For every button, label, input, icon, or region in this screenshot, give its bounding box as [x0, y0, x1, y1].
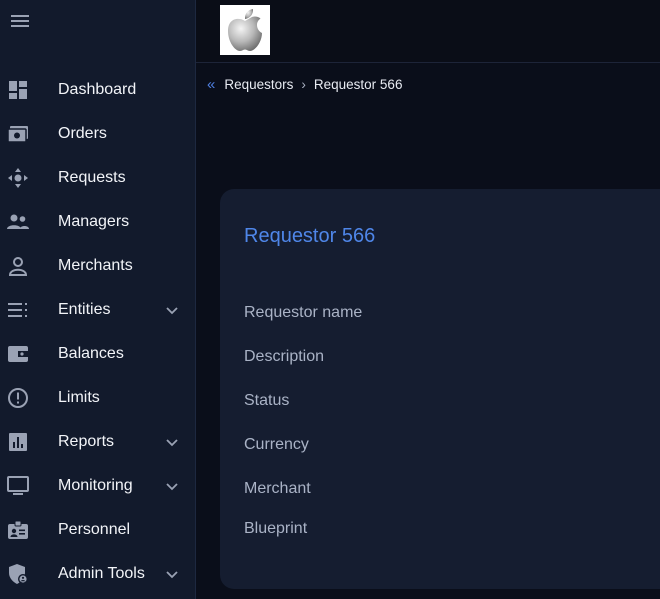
sidebar-item-label: Reports [58, 433, 115, 450]
monitor-icon [7, 475, 29, 497]
sidebar-item-entities[interactable]: Entities [0, 290, 195, 330]
field-label-description: Description [244, 348, 325, 365]
entities-icon [7, 299, 29, 321]
field-label-requestor-name: Requestor name [244, 304, 363, 321]
requests-icon [7, 167, 29, 189]
sidebar-item-label: Balances [58, 345, 124, 362]
sidebar-item-reports[interactable]: Reports [0, 422, 195, 462]
sidebar-item-dashboard[interactable]: Dashboard [0, 70, 195, 110]
menu-toggle-icon[interactable] [11, 14, 29, 28]
personnel-icon [7, 519, 29, 541]
sidebar-item-label: Entities [58, 301, 111, 318]
field-label-currency: Currency [244, 436, 309, 453]
double-chevron-left-icon[interactable]: « [207, 76, 215, 93]
merchant-icon [7, 255, 29, 277]
chevron-down-icon[interactable] [164, 302, 180, 318]
sidebar-item-label: Limits [58, 389, 100, 406]
sidebar-item-label: Managers [58, 213, 130, 230]
breadcrumb: « Requestors › Requestor 566 [207, 76, 403, 93]
sidebar-item-admin-tools[interactable]: Admin Tools [0, 554, 195, 594]
managers-icon [7, 211, 29, 233]
limits-icon [7, 387, 29, 409]
dashboard-icon [7, 79, 29, 101]
sidebar-item-label: Personnel [58, 521, 131, 538]
sidebar: Dashboard Orders Requests Managers Merch… [0, 0, 196, 599]
admin-shield-icon [7, 563, 29, 585]
sidebar-item-label: Dashboard [58, 81, 137, 98]
sidebar-item-balances[interactable]: Balances [0, 334, 195, 374]
sidebar-item-label: Merchants [58, 257, 133, 274]
breadcrumb-parent-link[interactable]: Requestors [224, 77, 293, 92]
sidebar-item-orders[interactable]: Orders [0, 114, 195, 154]
app-window: Dashboard Orders Requests Managers Merch… [0, 0, 660, 599]
field-label-status: Status [244, 392, 290, 409]
apple-logo-icon[interactable] [220, 5, 270, 55]
top-bar [196, 0, 660, 63]
sidebar-item-personnel[interactable]: Personnel [0, 510, 195, 550]
sidebar-item-limits[interactable]: Limits [0, 378, 195, 418]
field-label-merchant: Merchant [244, 480, 311, 497]
field-label-blueprint: Blueprint [244, 520, 308, 537]
orders-icon [7, 123, 29, 145]
wallet-icon [7, 343, 29, 365]
page-title: Requestor 566 [244, 225, 376, 247]
breadcrumb-separator: › [301, 76, 306, 92]
chevron-down-icon[interactable] [164, 566, 180, 582]
sidebar-item-merchants[interactable]: Merchants [0, 246, 195, 286]
reports-icon [7, 431, 29, 453]
sidebar-item-label: Monitoring [58, 477, 133, 494]
sidebar-item-label: Orders [58, 125, 107, 142]
sidebar-item-label: Requests [58, 169, 126, 186]
sidebar-item-managers[interactable]: Managers [0, 202, 195, 242]
chevron-down-icon[interactable] [164, 434, 180, 450]
breadcrumb-current: Requestor 566 [313, 76, 403, 92]
sidebar-item-monitoring[interactable]: Monitoring [0, 466, 195, 506]
requestor-detail-card: Requestor 566 Requestor name Description… [220, 189, 660, 589]
chevron-down-icon[interactable] [164, 478, 180, 494]
sidebar-item-requests[interactable]: Requests [0, 158, 195, 198]
sidebar-item-label: Admin Tools [58, 565, 145, 582]
